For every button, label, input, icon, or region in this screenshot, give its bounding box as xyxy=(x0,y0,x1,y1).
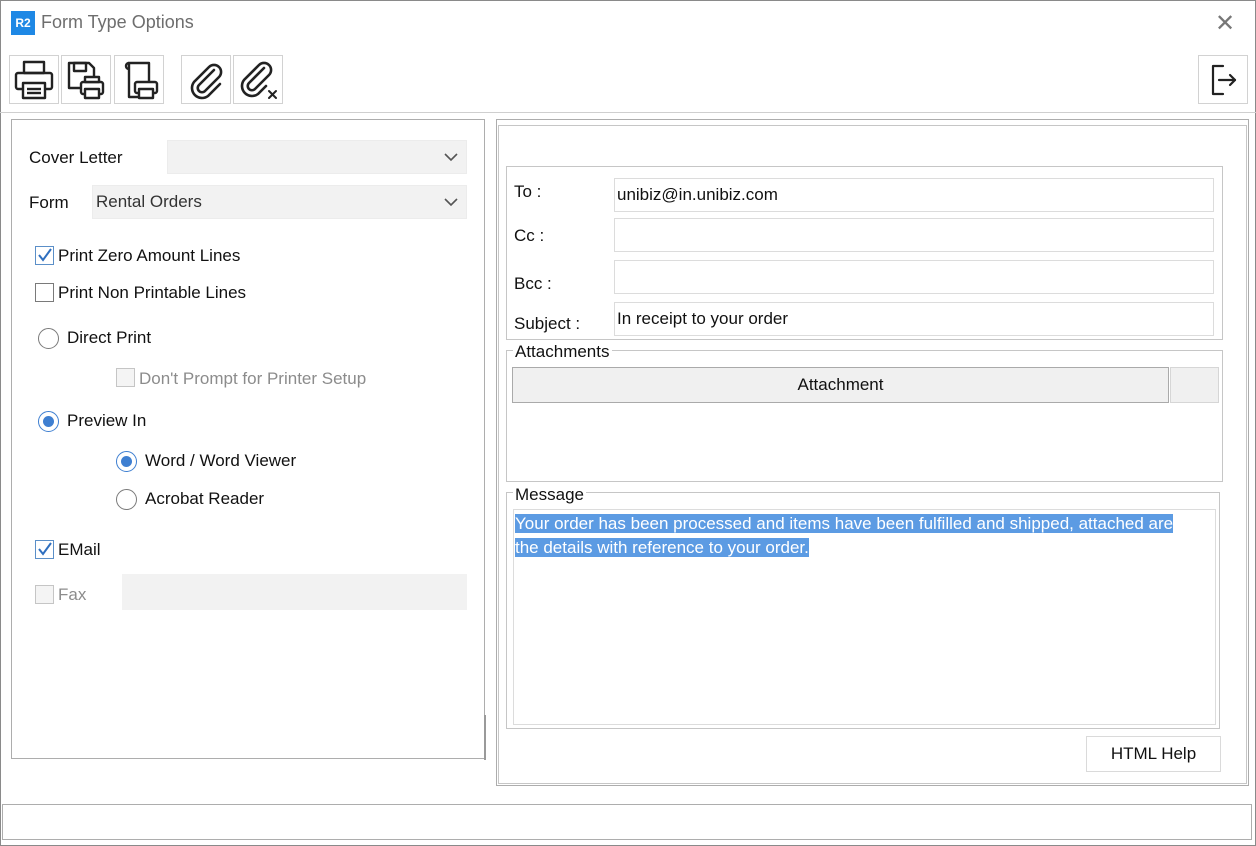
bcc-input[interactable] xyxy=(614,260,1214,294)
word-viewer-radio[interactable] xyxy=(116,451,137,472)
to-input[interactable]: unibiz@in.unibiz.com xyxy=(614,178,1214,212)
to-label: To : xyxy=(514,182,542,201)
acrobat-reader-radio[interactable] xyxy=(116,489,137,510)
cc-label: Cc : xyxy=(514,226,545,245)
app-logo: R2 xyxy=(11,11,35,35)
exit-button[interactable] xyxy=(1198,55,1248,104)
form-select[interactable]: Rental Orders xyxy=(92,185,467,219)
fax-checkbox[interactable] xyxy=(35,585,54,604)
dont-prompt-checkbox[interactable] xyxy=(116,368,135,387)
preview-in-label: Preview In xyxy=(67,411,147,430)
subject-label: Subject : xyxy=(514,314,581,333)
toolbar-separator xyxy=(0,112,1256,113)
chevron-down-icon xyxy=(444,198,458,207)
print-button[interactable] xyxy=(9,55,59,104)
form-value: Rental Orders xyxy=(96,192,202,211)
message-line-1: Your order has been processed and items … xyxy=(515,514,1174,533)
print-zero-amount-checkbox[interactable] xyxy=(35,246,54,265)
preview-in-radio[interactable] xyxy=(38,411,59,432)
cc-input[interactable] xyxy=(614,218,1214,252)
chevron-down-icon xyxy=(444,153,458,162)
message-title: Message xyxy=(513,485,586,505)
print-non-printable-checkbox[interactable] xyxy=(35,283,54,302)
remove-attach-button[interactable] xyxy=(233,55,283,104)
attachment-column-spacer xyxy=(1170,367,1219,403)
bcc-label: Bcc : xyxy=(514,274,552,293)
save-printer-icon xyxy=(67,61,105,99)
printer-setup-icon xyxy=(124,61,159,99)
email-label: EMail xyxy=(58,540,101,559)
attach-button[interactable] xyxy=(181,55,231,104)
word-viewer-label: Word / Word Viewer xyxy=(145,451,297,470)
dont-prompt-label: Don't Prompt for Printer Setup xyxy=(139,369,367,388)
exit-icon xyxy=(1211,64,1237,95)
subject-input[interactable]: In receipt to your order xyxy=(614,302,1214,336)
close-icon[interactable]: ✕ xyxy=(1210,8,1240,38)
paperclip-icon xyxy=(190,63,223,99)
fax-label: Fax xyxy=(58,585,87,604)
fax-number-input[interactable] xyxy=(122,574,467,610)
attachments-title: Attachments xyxy=(513,342,612,362)
paperclip-remove-icon xyxy=(240,61,277,99)
cover-letter-label: Cover Letter xyxy=(29,148,123,167)
email-checkbox[interactable] xyxy=(35,540,54,559)
window-title: Form Type Options xyxy=(41,12,194,32)
message-line-2: the details with reference to your order… xyxy=(515,538,809,557)
save-print-button[interactable] xyxy=(61,55,111,104)
cover-letter-select[interactable] xyxy=(167,140,467,174)
print-non-printable-label: Print Non Printable Lines xyxy=(58,283,247,302)
printer-icon xyxy=(14,60,54,99)
print-zero-amount-label: Print Zero Amount Lines xyxy=(58,246,241,265)
form-label: Form xyxy=(29,193,69,212)
status-bar xyxy=(2,804,1252,840)
direct-print-label: Direct Print xyxy=(67,328,152,347)
direct-print-radio[interactable] xyxy=(38,328,59,349)
html-help-button[interactable]: HTML Help xyxy=(1086,736,1221,772)
printer-setup-button[interactable] xyxy=(114,55,164,104)
panel-splitter[interactable] xyxy=(484,715,486,760)
acrobat-reader-label: Acrobat Reader xyxy=(145,489,265,508)
attachment-column-header[interactable]: Attachment xyxy=(512,367,1169,403)
message-textarea[interactable]: Your order has been processed and items … xyxy=(513,509,1216,725)
